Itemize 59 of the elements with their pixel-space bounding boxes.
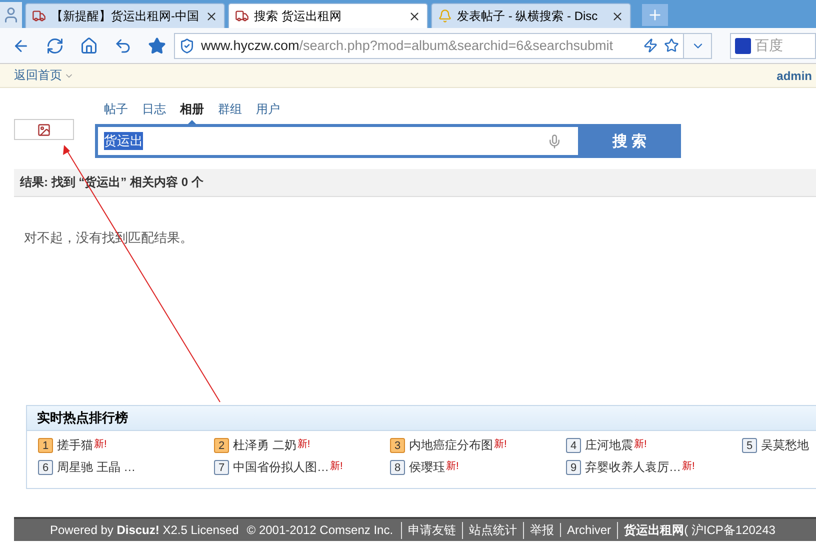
- new-label: 新!: [330, 460, 343, 473]
- rank-badge: 5: [742, 438, 757, 453]
- close-icon[interactable]: [205, 10, 218, 22]
- search-type-tab[interactable]: 帖子: [97, 101, 135, 124]
- copyright-text: © 2001-2012 Comsenz Inc.: [246, 523, 394, 537]
- broken-image-icon: [14, 119, 74, 140]
- browser-tab[interactable]: 发表帖子 - 纵横搜索 - Disc: [431, 3, 631, 28]
- new-label: 新!: [682, 460, 695, 473]
- hot-item-link[interactable]: 7 中国省份拟人图…$^{新!}$: [214, 459, 390, 476]
- new-label: 新!: [297, 438, 310, 451]
- rank-badge: 7: [214, 460, 229, 475]
- new-label: 新!: [494, 438, 507, 451]
- user-link[interactable]: admin: [776, 68, 812, 82]
- home-link[interactable]: 返回首页: [14, 67, 74, 84]
- icp-text: ( 沪ICP备120243: [684, 522, 776, 538]
- truck-icon: [235, 9, 249, 23]
- rank-badge: 8: [390, 460, 405, 475]
- footer-link[interactable]: 站点统计: [462, 522, 524, 538]
- search-type-tab[interactable]: 相册: [173, 101, 211, 124]
- microphone-icon[interactable]: [547, 134, 562, 148]
- new-label: 新!: [446, 460, 459, 473]
- hot-item-link[interactable]: 6 周星驰 王晶 …: [38, 459, 214, 476]
- search-type-tab[interactable]: 日志: [135, 101, 173, 124]
- truck-icon: [32, 9, 46, 23]
- search-type-tab[interactable]: 用户: [249, 101, 287, 124]
- address-bar[interactable]: www.hyczw.com/search.php?mod=album&searchid=6&searchsubmit: [174, 32, 684, 58]
- close-icon[interactable]: [408, 10, 421, 22]
- site-name: 货运出租网: [617, 522, 684, 538]
- browser-tab[interactable]: 【新提醒】货运出租网-中国: [25, 3, 225, 28]
- browser-tab[interactable]: 搜索 货运出租网: [228, 3, 428, 28]
- footer-link[interactable]: Archiver: [560, 523, 618, 537]
- search-type-tab[interactable]: 群组: [211, 101, 249, 124]
- rank-badge: 6: [38, 460, 53, 475]
- shield-icon: [179, 38, 195, 54]
- rank-badge: 2: [214, 438, 229, 453]
- hot-item-link[interactable]: 2 杜泽勇 二奶$^{新!}$: [214, 437, 390, 454]
- footer-link[interactable]: 举报: [523, 522, 560, 538]
- search-button[interactable]: 搜 索: [578, 124, 681, 158]
- user-icon[interactable]: [0, 2, 22, 28]
- footer-link[interactable]: 申请友链: [401, 522, 462, 538]
- hot-item-link[interactable]: 3 内地癌症分布图$^{新!}$: [390, 437, 566, 454]
- rank-badge: 4: [566, 438, 581, 453]
- rank-badge: 1: [38, 438, 53, 453]
- new-label: 新!: [634, 438, 647, 451]
- hot-item-link[interactable]: 1 搓手猫$^{新!}$: [38, 437, 214, 454]
- star-icon[interactable]: [664, 38, 679, 53]
- hot-item-link[interactable]: 9 弃婴收养人袁厉…$^{新!}$: [566, 459, 742, 476]
- search-field[interactable]: 货运出: [95, 124, 578, 158]
- lightning-icon[interactable]: [643, 38, 658, 53]
- rank-badge: 9: [566, 460, 581, 475]
- hot-item-link[interactable]: 8 侯璎珏$^{新!}$: [390, 459, 566, 476]
- new-label: 新!: [94, 438, 107, 451]
- close-icon[interactable]: [611, 10, 624, 22]
- powered-by-text: Powered by Discuz! X2.5 Licensed: [50, 523, 239, 537]
- hot-item-link[interactable]: 5 吴莫愁地: [742, 437, 816, 454]
- bell-icon: [438, 9, 452, 23]
- rank-badge: 3: [390, 438, 405, 453]
- hot-item-link[interactable]: 4 庄河地震$^{新!}$: [566, 437, 742, 454]
- hot-list-title: 实时热点排行榜: [27, 406, 816, 431]
